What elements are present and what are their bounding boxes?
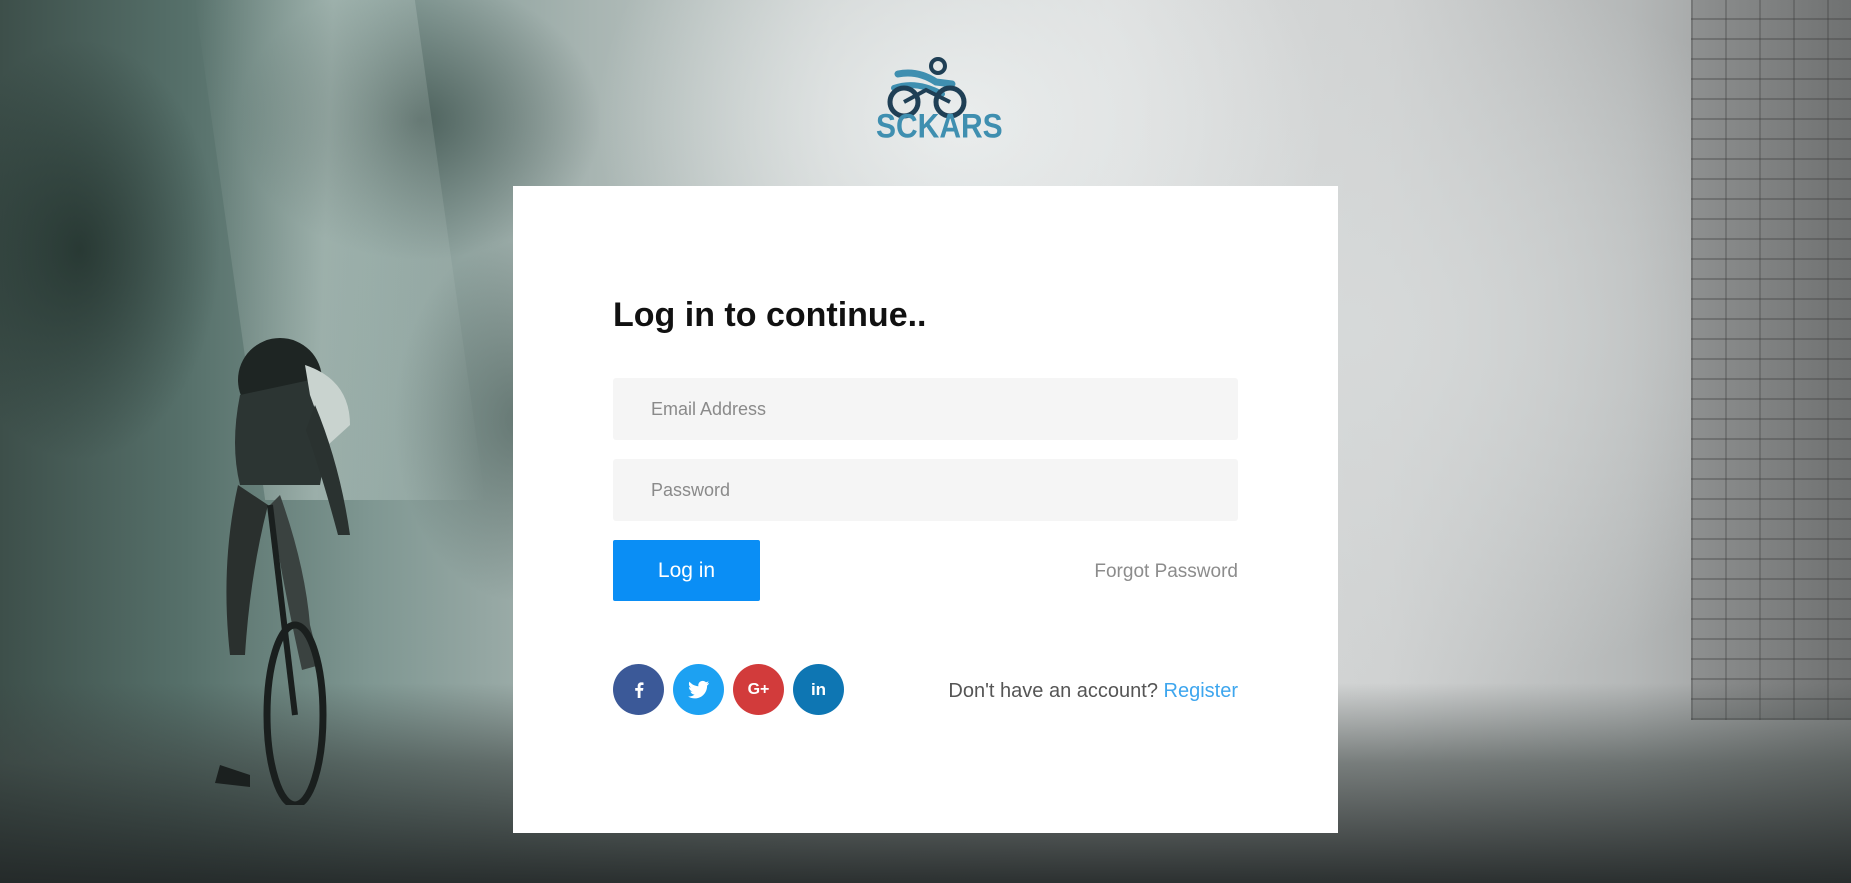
brand-logo[interactable]: SCKARS (876, 52, 1003, 148)
login-card: Log in to continue.. Log in Forgot Passw… (513, 186, 1338, 833)
login-page: SCKARS Log in to continue.. Log in Forgo… (0, 0, 1851, 883)
linkedin-button[interactable]: in (793, 664, 844, 715)
login-button[interactable]: Log in (613, 540, 760, 601)
register-prompt: Don't have an account? Register (948, 680, 1238, 703)
page-title: Log in to continue.. (613, 296, 927, 334)
google-plus-button[interactable]: G+ (733, 664, 784, 715)
facebook-icon (634, 681, 643, 698)
cyclist-silhouette (215, 338, 350, 805)
linkedin-icon: in (810, 679, 827, 699)
twitter-button[interactable] (673, 664, 724, 715)
register-link[interactable]: Register (1164, 680, 1238, 702)
google-plus-icon: G+ (747, 680, 770, 698)
twitter-icon (687, 680, 709, 698)
social-login-buttons: G+ in (613, 664, 844, 716)
brand-name: SCKARS (876, 107, 1003, 146)
forgot-password-link[interactable]: Forgot Password (1094, 561, 1238, 583)
email-input[interactable] (613, 378, 1238, 440)
no-account-text: Don't have an account? (948, 680, 1158, 702)
password-input[interactable] (613, 459, 1238, 521)
background-brick-wall (1691, 0, 1851, 720)
facebook-button[interactable] (613, 664, 664, 715)
